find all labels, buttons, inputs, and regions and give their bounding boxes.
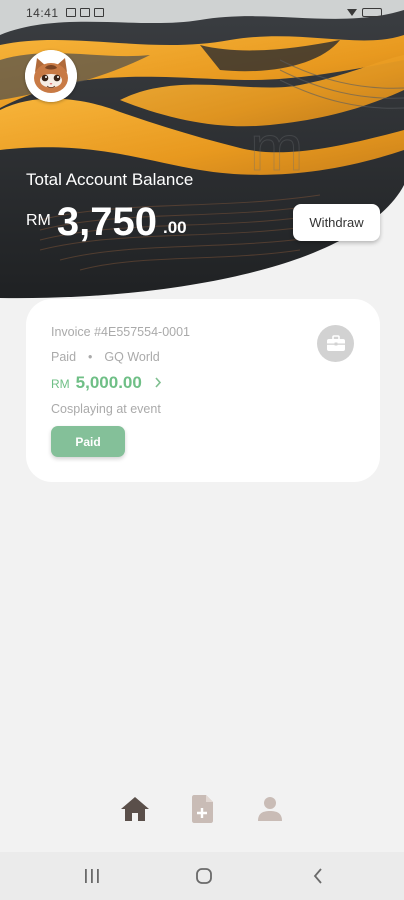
invoice-currency: RM bbox=[51, 377, 70, 391]
paid-status-button[interactable]: Paid bbox=[51, 426, 125, 457]
meta-separator: • bbox=[88, 350, 93, 364]
bottom-navigation bbox=[0, 786, 404, 831]
balance-cents: .00 bbox=[163, 218, 187, 237]
nav-profile[interactable] bbox=[253, 794, 287, 824]
cat-avatar-icon bbox=[25, 50, 77, 102]
invoice-amount-row[interactable]: RM 5,000.00 bbox=[51, 373, 162, 393]
invoice-card[interactable]: Invoice #4E557554-0001 Paid • GQ World R… bbox=[26, 299, 380, 482]
person-icon bbox=[258, 797, 282, 821]
invoice-number: Invoice #4E557554-0001 bbox=[51, 325, 191, 339]
invoice-status-text: Paid bbox=[51, 350, 77, 364]
abstract-wave-background: m bbox=[0, 0, 404, 299]
invoice-amount: 5,000.00 bbox=[75, 373, 142, 392]
notification-icons bbox=[66, 8, 104, 17]
nav-home[interactable] bbox=[118, 794, 152, 824]
chevron-right-icon[interactable] bbox=[154, 375, 162, 391]
status-time: 14:41 bbox=[26, 6, 59, 20]
add-document-icon bbox=[192, 795, 213, 823]
balance-hero: m 14:41 Total Account Balance RM 3,750 .… bbox=[0, 0, 404, 300]
withdraw-button[interactable]: Withdraw bbox=[293, 204, 380, 241]
recent-apps-icon[interactable] bbox=[80, 864, 104, 888]
svg-text:m: m bbox=[250, 112, 303, 184]
back-chevron-icon[interactable] bbox=[306, 864, 330, 888]
battery-icon bbox=[362, 8, 382, 17]
invoice-meta: Paid • GQ World bbox=[51, 350, 160, 364]
balance-currency: RM bbox=[26, 212, 51, 229]
home-icon bbox=[121, 797, 149, 821]
nav-invoices[interactable] bbox=[186, 794, 220, 824]
balance-label: Total Account Balance bbox=[26, 170, 194, 189]
invoice-description: Cosplaying at event bbox=[51, 402, 161, 416]
avatar[interactable] bbox=[25, 50, 77, 102]
home-circle-icon[interactable] bbox=[192, 864, 216, 888]
system-status-icons bbox=[347, 8, 382, 17]
notification-icon bbox=[80, 8, 90, 17]
balance-value: RM 3,750 .00 bbox=[26, 198, 187, 246]
notification-icon bbox=[66, 8, 76, 17]
status-bar: 14:41 bbox=[0, 0, 404, 28]
invoice-client: GQ World bbox=[104, 350, 160, 364]
signal-icon bbox=[347, 9, 357, 16]
notification-icon bbox=[94, 8, 104, 17]
system-navigation-bar bbox=[0, 852, 404, 900]
briefcase-icon bbox=[317, 325, 354, 362]
balance-amount: 3,750 bbox=[56, 200, 157, 244]
